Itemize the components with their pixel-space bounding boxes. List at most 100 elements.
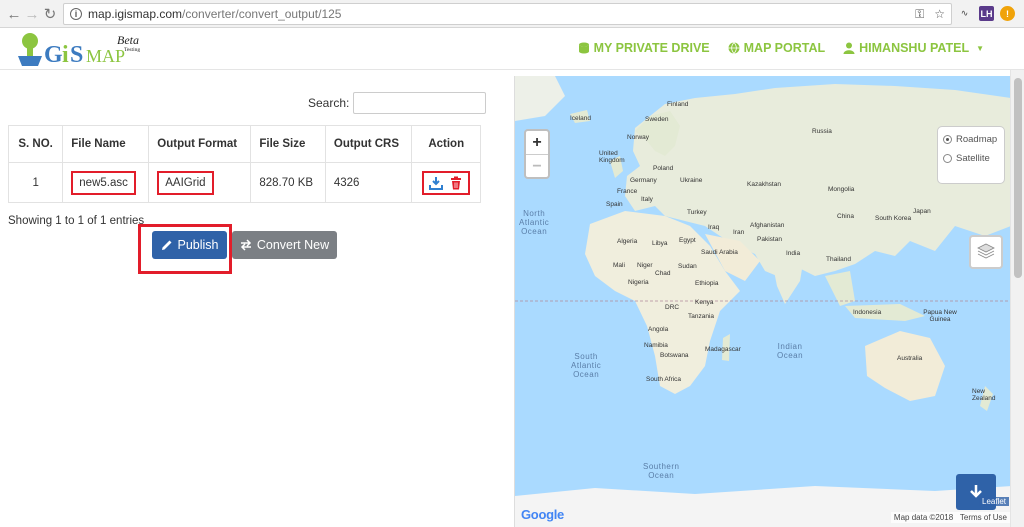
ocean-label-north-atlantic: North Atlantic Ocean xyxy=(519,209,550,236)
country-label: Sweden xyxy=(645,116,669,123)
back-arrow-icon[interactable]: ← xyxy=(4,4,24,24)
country-label: China xyxy=(837,213,854,220)
extension-signature-icon[interactable]: ∿ xyxy=(957,6,972,21)
ocean-label-indian: Indian Ocean xyxy=(777,342,804,360)
database-icon xyxy=(578,42,589,54)
country-label: Italy xyxy=(641,196,653,203)
world-map xyxy=(515,76,1010,527)
cell-crs: 4326 xyxy=(324,162,413,203)
caret-down-icon: ▼ xyxy=(976,43,984,53)
country-label: Madagascar xyxy=(705,346,741,353)
output-table: S. NO. File Name Output Format File Size… xyxy=(7,125,481,203)
address-bar[interactable]: i map.igismap.com/converter/convert_outp… xyxy=(63,3,952,25)
radio-icon[interactable] xyxy=(943,154,952,163)
country-label: New Zealand xyxy=(972,388,996,402)
country-label: Chad xyxy=(655,270,671,277)
country-label: Libya xyxy=(652,240,668,247)
forward-arrow-icon[interactable]: → xyxy=(22,4,42,24)
key-icon[interactable]: ⚿ xyxy=(915,7,924,22)
country-label: Finland xyxy=(667,101,689,108)
browser-toolbar: ← → ↻ i map.igismap.com/converter/conver… xyxy=(0,0,1024,28)
url-path: /converter/convert_output/125 xyxy=(182,7,342,21)
svg-text:S: S xyxy=(70,42,83,68)
top-nav: MY PRIVATE DRIVE MAP PORTAL HIMANSHU PAT… xyxy=(578,41,984,55)
zoom-out-button[interactable]: − xyxy=(526,154,548,177)
download-icon[interactable] xyxy=(429,176,444,190)
col-output-crs[interactable]: Output CRS xyxy=(324,125,413,163)
country-label: Spain xyxy=(606,201,623,208)
country-label: Japan xyxy=(913,208,931,215)
col-sno[interactable]: S. NO. xyxy=(7,125,64,163)
layers-icon xyxy=(977,243,995,259)
nav-map-portal[interactable]: MAP PORTAL xyxy=(728,41,825,55)
star-icon[interactable]: ☆ xyxy=(934,7,945,22)
google-logo: Google xyxy=(521,507,564,522)
country-label: Namibia xyxy=(644,342,668,349)
table-header-row: S. NO. File Name Output Format File Size… xyxy=(7,125,481,163)
table-row: 1 new5.asc AAIGrid 828.70 KB 4326 xyxy=(7,162,481,203)
country-label: Ukraine xyxy=(680,177,703,184)
cell-sno: 1 xyxy=(7,162,64,203)
country-label: Egypt xyxy=(679,237,696,244)
pencil-icon xyxy=(161,240,171,250)
search-input[interactable] xyxy=(353,92,487,114)
url-host: map.igismap.com xyxy=(88,7,183,21)
search-label: Search: xyxy=(308,96,350,110)
convert-new-button[interactable]: Convert New xyxy=(232,231,337,259)
basemap-option-roadmap[interactable]: Roadmap xyxy=(943,134,999,145)
country-label: Tanzania xyxy=(688,313,715,320)
radio-selected-icon[interactable] xyxy=(943,135,952,144)
extension-lh-icon[interactable]: LH xyxy=(979,6,994,21)
cell-format: AAIGrid xyxy=(148,162,252,203)
terms-link[interactable]: Terms of Use xyxy=(960,513,1007,522)
col-file-name[interactable]: File Name xyxy=(62,125,150,163)
country-label: Turkey xyxy=(687,209,707,216)
reload-icon[interactable]: ↻ xyxy=(40,4,60,24)
basemap-option-satellite[interactable]: Satellite xyxy=(943,153,999,164)
user-icon xyxy=(843,42,855,54)
svg-text:i: i xyxy=(62,42,69,68)
zoom-in-button[interactable]: + xyxy=(526,131,548,154)
beta-label: Beta xyxy=(117,33,139,47)
info-icon[interactable]: i xyxy=(70,8,82,20)
publish-button[interactable]: Publish xyxy=(152,231,227,259)
notification-icon[interactable]: ! xyxy=(1000,6,1015,21)
map-view[interactable]: Finland Iceland Sweden Norway Russia Uni… xyxy=(514,76,1010,527)
country-label: Mali xyxy=(613,262,625,269)
output-panel: Search: S. NO. File Name Output Format F… xyxy=(0,70,513,527)
entries-info: Showing 1 to 1 of 1 entries xyxy=(8,215,145,227)
layers-button[interactable] xyxy=(969,235,1003,269)
igismap-logo[interactable]: G i S MAP Beta Testing xyxy=(14,30,164,70)
country-label: Mongolia xyxy=(828,186,855,193)
country-label: South Africa xyxy=(646,376,682,383)
ocean-label-southern: Southern Ocean xyxy=(643,462,680,480)
country-label: Thailand xyxy=(826,256,851,263)
country-label: Niger xyxy=(637,262,653,269)
country-label: South Korea xyxy=(875,215,912,222)
country-label: Botswana xyxy=(660,352,689,359)
globe-icon xyxy=(728,42,740,54)
country-label: Norway xyxy=(627,134,650,141)
country-label: Kenya xyxy=(695,299,714,306)
leaflet-link[interactable]: Leaflet xyxy=(979,497,1010,506)
page-scrollbar[interactable] xyxy=(1010,70,1024,527)
exchange-icon xyxy=(240,239,251,251)
ocean-label-south-atlantic: South Atlantic Ocean xyxy=(571,352,602,379)
zoom-control: + − xyxy=(524,129,550,179)
svg-text:MAP: MAP xyxy=(86,46,125,66)
col-file-size[interactable]: File Size xyxy=(250,125,326,163)
country-label: Papua New Guinea xyxy=(923,309,957,323)
cell-actions xyxy=(411,162,481,203)
basemap-selector: Roadmap Satellite xyxy=(937,126,1005,184)
country-label: France xyxy=(617,188,638,195)
trash-icon[interactable] xyxy=(449,176,463,190)
nav-user-menu[interactable]: HIMANSHU PATEL ▼ xyxy=(843,41,984,55)
map-attribution: Map data ©2018 Terms of Use xyxy=(890,512,1010,523)
country-label: Nigeria xyxy=(628,279,649,286)
nav-my-private-drive[interactable]: MY PRIVATE DRIVE xyxy=(578,41,710,55)
country-label: Iceland xyxy=(570,115,591,122)
col-output-format[interactable]: Output Format xyxy=(148,125,252,163)
col-action[interactable]: Action xyxy=(411,125,481,163)
country-label: Indonesia xyxy=(853,309,882,316)
country-label: Kazakhstan xyxy=(747,181,781,188)
